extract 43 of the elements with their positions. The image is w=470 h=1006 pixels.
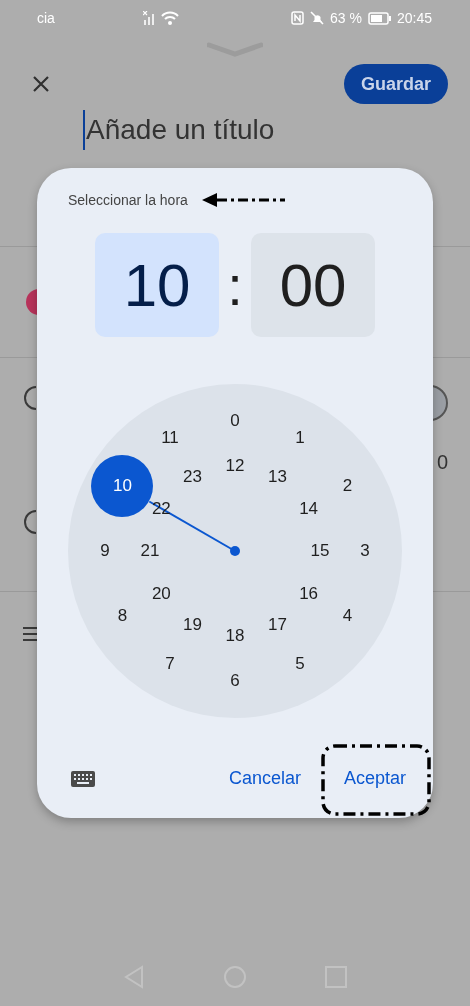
clock-time: 20:45: [396, 10, 432, 26]
hour-option[interactable]: 2: [342, 476, 353, 496]
hour-option[interactable]: 1: [295, 428, 305, 449]
nfc-icon: [291, 11, 305, 25]
action-button[interactable]: Cancelar: [228, 768, 301, 789]
hour-option[interactable]: 20: [151, 583, 171, 604]
hour-option[interactable]: 18: [225, 626, 245, 646]
close-icon[interactable]: [32, 75, 50, 93]
hour-option[interactable]: 7: [165, 653, 175, 674]
title-field[interactable]: Añade un título: [83, 110, 275, 150]
hour-option[interactable]: 12: [225, 456, 245, 476]
hour-option[interactable]: 19: [183, 614, 202, 635]
hour-option[interactable]: 15: [310, 541, 330, 561]
action-button[interactable]: Aceptar: [343, 768, 406, 789]
save-button[interactable]: Guardar: [343, 64, 448, 104]
hour-option[interactable]: 10: [91, 455, 154, 517]
hour-option[interactable]: 23: [183, 467, 202, 488]
hour-option[interactable]: 9: [100, 541, 110, 561]
hour-option[interactable]: 16: [299, 583, 319, 604]
hour-option[interactable]: 13: [268, 467, 287, 488]
battery-icon: [367, 11, 391, 25]
carrier-text: cia: [37, 10, 55, 26]
hour-option[interactable]: 4: [342, 606, 353, 626]
hour-option[interactable]: 0: [230, 411, 240, 431]
minute-field[interactable]: 00: [251, 233, 375, 337]
hour-option[interactable]: 14: [299, 498, 319, 519]
hour-option[interactable]: 6: [230, 671, 240, 691]
hour-option[interactable]: 21: [140, 541, 160, 561]
dialog-title: Seleccionar la hora: [68, 192, 188, 208]
bell-off-icon: [310, 11, 325, 25]
wifi-icon: [160, 11, 179, 25]
hour-option[interactable]: 8: [117, 606, 128, 626]
hour-field[interactable]: 10: [95, 233, 219, 337]
hour-option[interactable]: 5: [295, 653, 305, 674]
battery-percent: 63 %: [330, 10, 362, 26]
keyboard-icon[interactable]: [70, 769, 96, 788]
partial-text: 0: [436, 451, 448, 474]
signal-icon: [142, 11, 155, 25]
menu-icon: [22, 626, 38, 642]
hour-option[interactable]: 11: [161, 428, 179, 449]
time-separator: :: [227, 252, 243, 318]
hour-option[interactable]: 3: [360, 541, 370, 561]
hour-option[interactable]: 17: [268, 614, 287, 635]
